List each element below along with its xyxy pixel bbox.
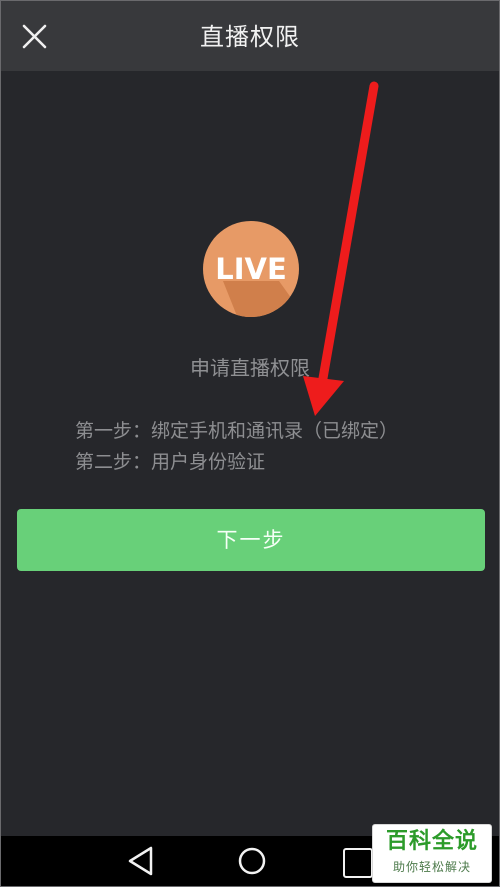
back-triangle-icon[interactable] — [125, 844, 157, 878]
step-one: 第一步：绑定手机和通讯录（已绑定） — [75, 420, 399, 442]
home-circle-icon[interactable] — [235, 844, 269, 878]
main-content: LIVE 申请直播权限 第一步：绑定手机和通讯录（已绑定） 第二步：用户身份验证… — [1, 71, 499, 836]
page-title: 直播权限 — [200, 23, 300, 51]
recent-apps-icon[interactable] — [343, 848, 373, 878]
steps-list: 第一步：绑定手机和通讯录（已绑定） 第二步：用户身份验证 — [75, 416, 495, 478]
next-step-button[interactable]: 下一步 — [17, 509, 485, 571]
watermark-badge: 百科全说 助你轻松解决 — [372, 824, 492, 883]
watermark-title: 百科全说 — [385, 829, 478, 854]
watermark-subtitle: 助你轻松解决 — [392, 860, 471, 874]
live-logo-text: LIVE — [215, 252, 287, 286]
step-two: 第二步：用户身份验证 — [75, 451, 266, 473]
top-bar: 直播权限 — [1, 1, 499, 71]
permission-heading: 申请直播权限 — [190, 356, 310, 380]
live-logo: LIVE — [203, 221, 299, 317]
